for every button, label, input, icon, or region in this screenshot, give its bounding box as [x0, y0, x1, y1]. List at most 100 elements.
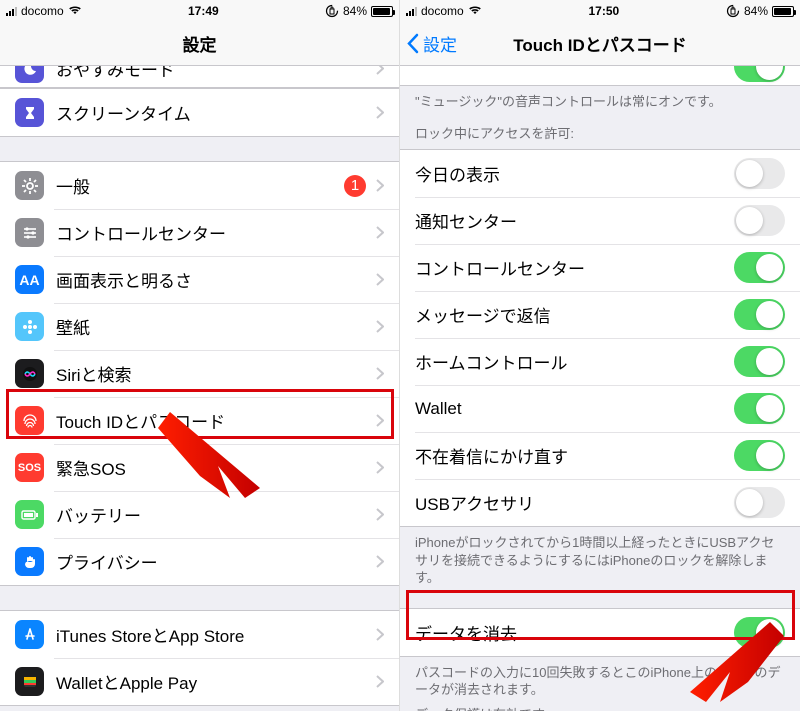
- battery-icon: [772, 6, 794, 17]
- toggle-row-return-missed-calls[interactable]: 不在着信にかけ直す: [400, 432, 800, 479]
- chevron-right-icon: [376, 508, 384, 521]
- nav-title: Touch IDとパスコード: [513, 31, 686, 56]
- row-label: iTunes StoreとApp Store: [56, 622, 376, 647]
- siri-icon: [15, 359, 44, 388]
- settings-row-sos[interactable]: SOS 緊急SOS: [0, 444, 399, 491]
- hand-icon: [15, 547, 44, 576]
- nav-title: 設定: [183, 31, 217, 56]
- toggle-row-today-view[interactable]: 今日の表示: [400, 150, 800, 197]
- section-header-allow-access: ロック中にアクセスを許可:: [400, 118, 800, 150]
- settings-row-display[interactable]: AA画面表示と明るさ: [0, 256, 399, 303]
- battery-pct-label: 84%: [343, 4, 367, 18]
- signal-icon: [406, 6, 417, 16]
- row-label: 一般: [56, 173, 344, 198]
- status-time: 17:50: [588, 4, 619, 18]
- row-label: USBアクセサリ: [415, 490, 734, 515]
- settings-row-wallet[interactable]: WalletとApple Pay: [0, 658, 399, 705]
- row-label: コントロールセンター: [415, 255, 734, 280]
- wifi-icon: [68, 4, 82, 18]
- toggle-switch[interactable]: [734, 393, 785, 424]
- row-label: Siriと検索: [56, 361, 376, 386]
- row-label: 不在着信にかけ直す: [415, 443, 734, 468]
- settings-row-wallpaper[interactable]: 壁紙: [0, 303, 399, 350]
- chevron-right-icon: [376, 226, 384, 239]
- row-label: メッセージで返信: [415, 302, 734, 327]
- toggle-row-control-center[interactable]: コントロールセンター: [400, 244, 800, 291]
- chevron-right-icon: [376, 106, 384, 119]
- status-time: 17:49: [188, 4, 219, 18]
- fingerprint-icon: [15, 406, 44, 435]
- carrier-label: docomo: [21, 4, 64, 18]
- settings-row-do-not-disturb[interactable]: おやすみモード: [0, 66, 399, 88]
- row-label: ホームコントロール: [415, 349, 734, 374]
- carrier-label: docomo: [421, 4, 464, 18]
- toggle-switch[interactable]: [734, 158, 785, 189]
- gear-icon: [15, 171, 44, 200]
- settings-row-control-center[interactable]: コントロールセンター: [0, 209, 399, 256]
- toggle-row-usb-accessories[interactable]: USBアクセサリ: [400, 479, 800, 526]
- row-label: WalletとApple Pay: [56, 669, 376, 694]
- chevron-right-icon: [376, 179, 384, 192]
- settings-row-general[interactable]: 一般1: [0, 162, 399, 209]
- toggle-switch[interactable]: [734, 617, 785, 648]
- hourglass-icon: [15, 98, 44, 127]
- toggle-row-home-control[interactable]: ホームコントロール: [400, 338, 800, 385]
- toggle-switch[interactable]: [734, 487, 785, 518]
- settings-row-battery[interactable]: バッテリー: [0, 491, 399, 538]
- chevron-right-icon: [376, 555, 384, 568]
- toggle-switch[interactable]: [734, 205, 785, 236]
- chevron-right-icon: [376, 367, 384, 380]
- toggle-row-notification-center[interactable]: 通知センター: [400, 197, 800, 244]
- screen-touchid-passcode: docomo 17:50 84% 設定 Touch IDとパスコード: [400, 0, 800, 711]
- toggle-switch[interactable]: [734, 299, 785, 330]
- chevron-right-icon: [376, 461, 384, 474]
- wifi-icon: [468, 4, 482, 18]
- settings-row-siri[interactable]: Siriと検索: [0, 350, 399, 397]
- chevron-right-icon: [376, 414, 384, 427]
- status-bar: docomo 17:50 84%: [400, 0, 800, 22]
- toggle-switch[interactable]: [734, 252, 785, 283]
- toggle-switch[interactable]: [734, 440, 785, 471]
- sos-icon: SOS: [15, 453, 44, 482]
- toggle-switch[interactable]: [734, 66, 785, 82]
- settings-row-itunes[interactable]: iTunes StoreとApp Store: [0, 611, 399, 658]
- sliders-icon: [15, 218, 44, 247]
- row-label: 緊急SOS: [56, 455, 376, 480]
- back-button[interactable]: 設定: [406, 22, 457, 65]
- row-label: スクリーンタイム: [56, 100, 376, 125]
- footer-erase: パスコードの入力に10回失敗するとこのiPhone上のすべてのデータが消去されま…: [400, 657, 800, 706]
- row-label: データを消去: [415, 620, 734, 645]
- battery-pct-label: 84%: [744, 4, 768, 18]
- aa-icon: AA: [15, 265, 44, 294]
- toggle-row-voice-control[interactable]: [400, 66, 800, 86]
- chevron-right-icon: [376, 273, 384, 286]
- row-label: 今日の表示: [415, 161, 734, 186]
- chevron-right-icon: [376, 675, 384, 688]
- settings-row-privacy[interactable]: プライバシー: [0, 538, 399, 585]
- settings-row-touch-id[interactable]: Touch IDとパスコード: [0, 397, 399, 444]
- row-label: 壁紙: [56, 314, 376, 339]
- back-label: 設定: [423, 31, 457, 56]
- footer-music-voice: "ミュージック"の音声コントロールは常にオンです。: [400, 86, 800, 118]
- row-label: Wallet: [415, 399, 734, 419]
- orientation-lock-icon: [726, 4, 740, 18]
- row-label: バッテリー: [56, 502, 376, 527]
- nav-bar: 設定 Touch IDとパスコード: [400, 22, 800, 66]
- battery-icon: [371, 6, 393, 17]
- chevron-right-icon: [376, 628, 384, 641]
- toggle-switch[interactable]: [734, 346, 785, 377]
- chevron-right-icon: [376, 320, 384, 333]
- row-label: 通知センター: [415, 208, 734, 233]
- toggle-row-reply-with-message[interactable]: メッセージで返信: [400, 291, 800, 338]
- appstore-icon: [15, 620, 44, 649]
- toggle-row-wallet[interactable]: Wallet: [400, 385, 800, 432]
- orientation-lock-icon: [325, 4, 339, 18]
- row-label: プライバシー: [56, 549, 376, 574]
- settings-row-screen-time[interactable]: スクリーンタイム: [0, 89, 399, 136]
- nav-bar: 設定: [0, 22, 399, 66]
- screen-settings-root: docomo 17:49 84% 設定: [0, 0, 400, 711]
- row-label: Touch IDとパスコード: [56, 408, 376, 433]
- battery-icon: [15, 500, 44, 529]
- toggle-row-erase-data[interactable]: データを消去: [400, 609, 800, 656]
- wallet-icon: [15, 667, 44, 696]
